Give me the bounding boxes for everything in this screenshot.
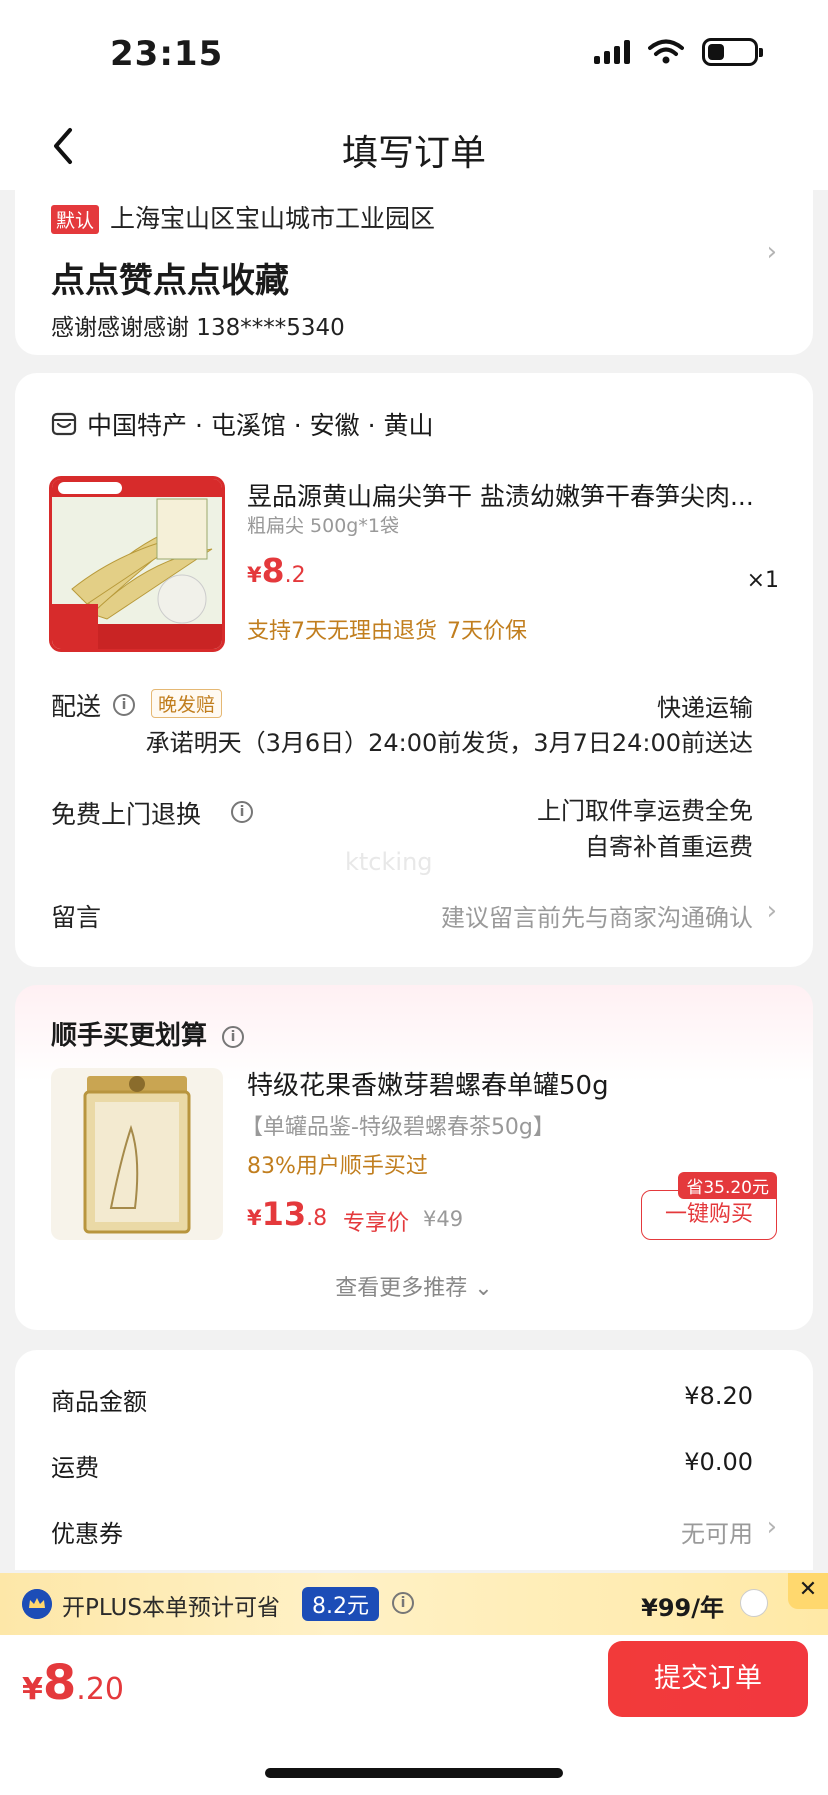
total-integer: 8 bbox=[42, 1655, 77, 1711]
price-summary-card: 商品金额 ¥8.20 运费 ¥0.00 优惠券 无可用 › bbox=[15, 1350, 813, 1570]
total-decimal: .20 bbox=[76, 1672, 124, 1707]
exclusive-price-label: 专享价 bbox=[343, 1211, 410, 1236]
tea-product-image[interactable] bbox=[51, 1068, 223, 1240]
recommendation-title: 顺手买更划算 i bbox=[51, 1015, 245, 1052]
free-return-label: 免费上门退换 bbox=[51, 800, 202, 829]
currency-symbol: ¥ bbox=[247, 563, 262, 587]
watermark-text: ktcking bbox=[345, 848, 433, 876]
product-price: ¥8.2 bbox=[247, 551, 306, 590]
chevron-down-icon: ⌄ bbox=[474, 1276, 493, 1301]
goods-amount-label: 商品金额 bbox=[51, 1388, 147, 1416]
plus-savings-text: 开PLUS本单预计可省 bbox=[62, 1595, 280, 1621]
shipping-row: 运费 ¥0.00 bbox=[51, 1448, 753, 1483]
coupon-row[interactable]: 优惠券 无可用 bbox=[51, 1514, 753, 1549]
delivery-promise: 承诺明天（3月6日）24:00前发货，3月7日24:00前送达 bbox=[145, 729, 753, 757]
cellular-signal-icon bbox=[594, 40, 630, 64]
return-self-ship-info: 自寄补首重运费 bbox=[585, 833, 753, 861]
recommended-price: ¥13.8 bbox=[247, 1195, 327, 1233]
info-icon[interactable]: i bbox=[222, 1025, 245, 1048]
recipient-contact: 感谢感谢感谢 138****5340 bbox=[51, 315, 345, 341]
recommendation-card: 顺手买更划算 i 特级花果香嫩芽碧螺春单罐50g 【单罐品鉴-特级碧螺春茶50g… bbox=[15, 985, 813, 1330]
price-decimal: .2 bbox=[284, 563, 306, 588]
shop-name[interactable]: 中国特产 · 屯溪馆 · 安徽 · 黄山 bbox=[87, 406, 434, 442]
recommendation-title-text: 顺手买更划算 bbox=[51, 1021, 208, 1051]
late-compensation-badge: 晚发赔 bbox=[151, 689, 223, 718]
shipping-label: 运费 bbox=[51, 1454, 99, 1482]
status-bar: 23:15 bbox=[0, 0, 828, 110]
chevron-right-icon[interactable]: › bbox=[767, 237, 777, 267]
price-integer: 13 bbox=[261, 1195, 307, 1233]
recommended-product-subtitle: 【单罐品鉴-特级碧螺春茶50g】 bbox=[241, 1115, 555, 1140]
product-spec: 粗扁尖 500g*1袋 bbox=[247, 515, 399, 537]
info-icon[interactable]: i bbox=[392, 1592, 414, 1614]
currency-symbol: ¥ bbox=[22, 1672, 43, 1707]
chevron-right-icon[interactable]: › bbox=[767, 1512, 777, 1542]
submit-order-button[interactable]: 提交订单 bbox=[608, 1641, 808, 1717]
product-title[interactable]: 昱品源黄山扁尖笋干 盐渍幼嫩笋干春笋尖肉... bbox=[247, 477, 787, 513]
order-card: 中国特产 · 屯溪馆 · 安徽 · 黄山 昱品源黄山扁尖笋干 盐渍幼嫩笋干春笋尖… bbox=[15, 373, 813, 967]
plus-select-radio[interactable] bbox=[740, 1589, 768, 1617]
bamboo-shoot-illustration bbox=[52, 479, 222, 649]
delivery-label: 配送 bbox=[51, 692, 102, 721]
coupon-value: 无可用 bbox=[681, 1520, 753, 1548]
bought-together-rate: 83%用户顺手买过 bbox=[247, 1154, 428, 1179]
plus-membership-bar[interactable]: 开PLUS本单预计可省 8.2元 i ¥99/年 ✕ bbox=[0, 1573, 828, 1635]
page-title: 填写订单 bbox=[341, 133, 486, 174]
recommended-product-name[interactable]: 特级花果香嫩芽碧螺春单罐50g bbox=[247, 1065, 609, 1102]
price-protect-label: 7天价保 bbox=[447, 619, 527, 644]
note-input[interactable]: 建议留言前先与商家沟通确认 bbox=[441, 898, 753, 933]
address-card[interactable]: 默认 上海宝山区宝山城市工业园区 点点赞点点收藏 感谢感谢感谢 138****5… bbox=[15, 175, 813, 355]
tea-can-illustration bbox=[83, 1076, 191, 1234]
plus-savings-amount: 8.2元 bbox=[302, 1587, 379, 1621]
product-image[interactable] bbox=[49, 476, 225, 652]
goods-amount-row: 商品金额 ¥8.20 bbox=[51, 1382, 753, 1417]
price-decimal: .8 bbox=[306, 1206, 328, 1231]
plus-crown-icon bbox=[22, 1589, 52, 1619]
plus-annual-price: ¥99/年 bbox=[641, 1594, 724, 1622]
shop-icon bbox=[51, 412, 77, 436]
return-pickup-info: 上门取件享运费全免 bbox=[537, 797, 753, 825]
more-recommendations-link[interactable]: 查看更多推荐 ⌄ bbox=[15, 1270, 813, 1302]
default-address-badge: 默认 bbox=[51, 205, 100, 234]
battery-icon bbox=[702, 38, 763, 66]
shipping-value: ¥0.00 bbox=[684, 1448, 753, 1476]
more-recommendations-label: 查看更多推荐 bbox=[335, 1276, 468, 1301]
product-quantity: ×1 bbox=[746, 568, 779, 593]
address-line: 上海宝山区宝山城市工业园区 bbox=[110, 204, 436, 233]
total-price: ¥8.20 bbox=[22, 1655, 124, 1711]
original-price: ¥49 bbox=[423, 1207, 464, 1231]
info-icon[interactable]: i bbox=[231, 801, 253, 823]
return-policy-label: 支持7天无理由退货 bbox=[247, 619, 437, 644]
info-icon[interactable]: i bbox=[113, 694, 135, 716]
home-indicator[interactable] bbox=[265, 1768, 563, 1778]
currency-symbol: ¥ bbox=[247, 1206, 262, 1230]
delivery-method[interactable]: 快递运输 bbox=[657, 688, 753, 723]
recipient-name: 点点赞点点收藏 bbox=[51, 261, 289, 301]
price-integer: 8 bbox=[261, 551, 285, 590]
wifi-icon bbox=[648, 39, 684, 64]
service-promises: 支持7天无理由退货 7天价保 bbox=[247, 613, 527, 645]
status-icons bbox=[594, 38, 763, 66]
savings-badge: 省35.20元 bbox=[678, 1172, 777, 1199]
coupon-label: 优惠券 bbox=[51, 1520, 123, 1548]
status-time: 23:15 bbox=[110, 34, 224, 74]
goods-amount-value: ¥8.20 bbox=[684, 1382, 753, 1410]
note-label: 留言 bbox=[51, 903, 102, 932]
chevron-right-icon[interactable]: › bbox=[767, 896, 777, 926]
close-icon[interactable]: ✕ bbox=[788, 1573, 828, 1609]
